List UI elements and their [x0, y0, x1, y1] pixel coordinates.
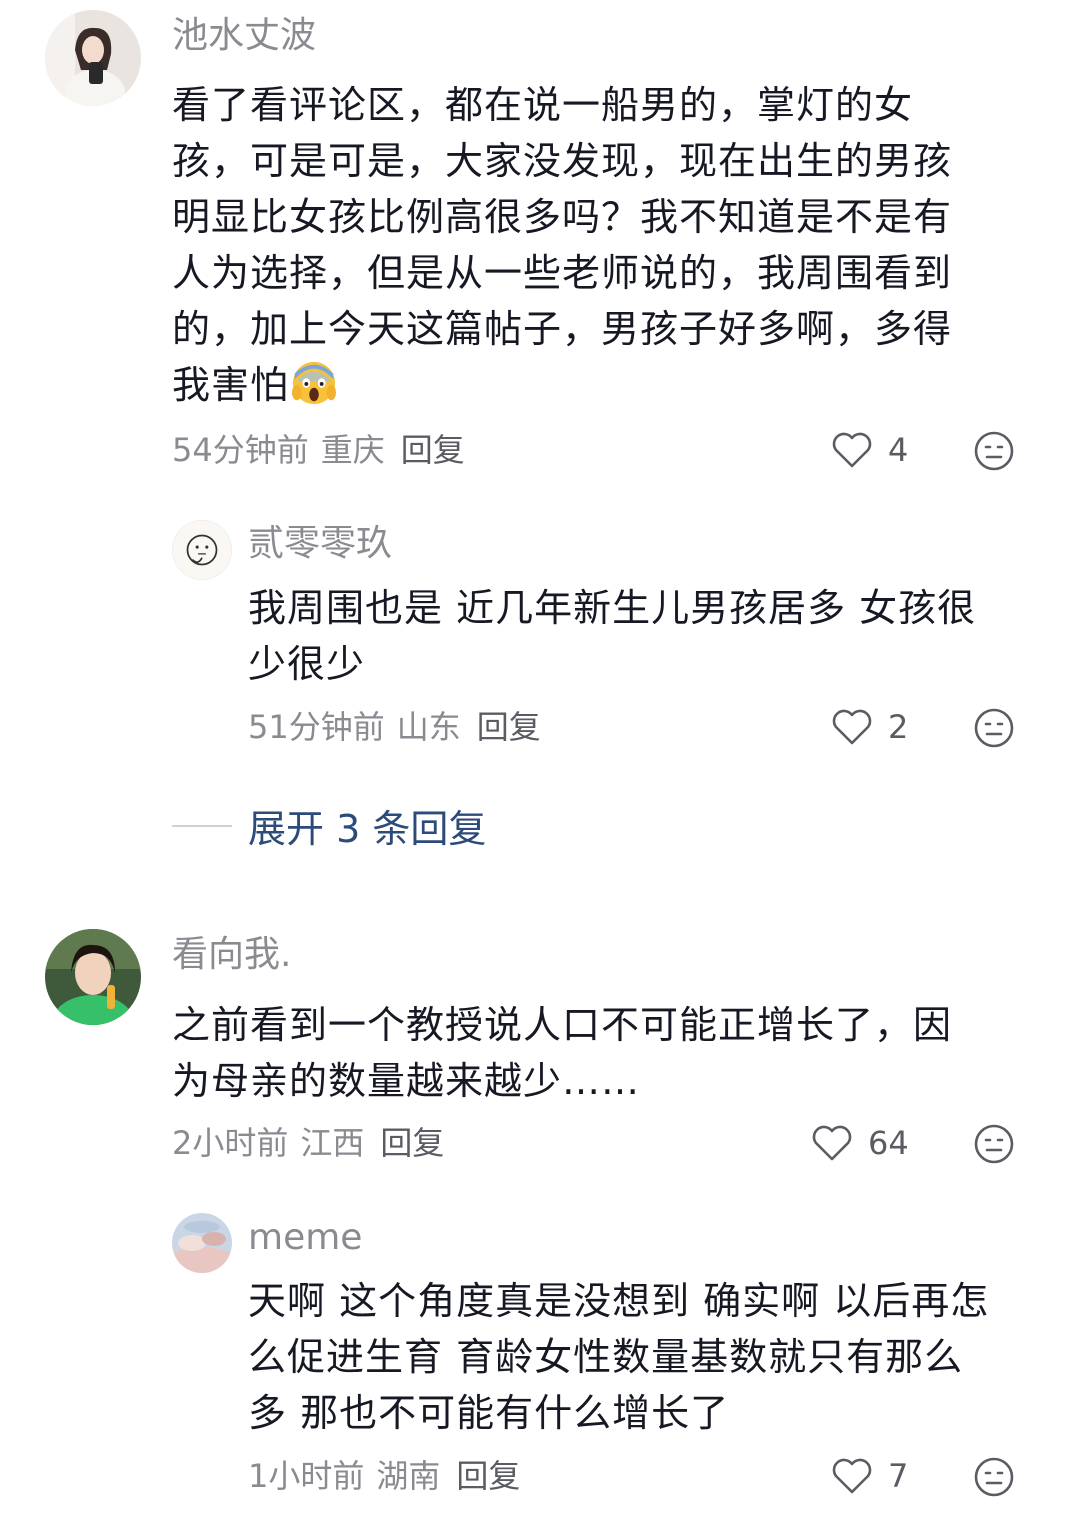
screaming-face-emoji-icon: [291, 361, 337, 405]
comment-username[interactable]: 看向我.: [172, 933, 291, 977]
comment-text-line: 为母亲的数量越来越少……: [172, 1059, 641, 1103]
comment-text-line: 人为选择，但是从一些老师说的，我周围看到: [172, 251, 953, 295]
avatar-image-icon: [172, 1213, 232, 1273]
reply-text-line: 我周围也是 近几年新生儿男孩居多 女孩很: [248, 586, 977, 630]
reply-text-line: 少很少: [248, 642, 366, 686]
dislike-button[interactable]: [973, 707, 1015, 749]
dislike-button[interactable]: [973, 1123, 1015, 1165]
comment-text-line: 我害怕: [172, 363, 290, 407]
reply-button[interactable]: 回复: [477, 708, 541, 746]
comment-text-line: 孩，可是可是，大家没发现，现在出生的男孩: [172, 139, 953, 183]
like-count: 64: [868, 1124, 909, 1162]
comment-text-line: 的，加上今天这篇帖子，男孩子好多啊，多得: [172, 307, 953, 351]
like-count: 4: [888, 431, 909, 469]
like-button[interactable]: 4: [830, 428, 908, 472]
reply-time: 1小时前: [248, 1457, 365, 1495]
comment-text-line: 看了看评论区，都在说一船男的，掌灯的女: [172, 83, 914, 127]
comment-location: 江西: [300, 1124, 365, 1162]
like-button[interactable]: 64: [810, 1121, 909, 1165]
comment-text: 之前看到一个教授说人口不可能正增长了，因 为母亲的数量越来越少……: [172, 997, 952, 1109]
heart-outline-icon: [812, 1125, 852, 1161]
neutral-face-icon: [974, 708, 1014, 748]
comment-time: 2小时前: [172, 1124, 289, 1162]
reply-button[interactable]: 回复: [456, 1457, 520, 1495]
comment-text-line: 明显比女孩比例高很多吗？我不知道是不是有: [172, 195, 953, 239]
neutral-face-icon: [974, 1124, 1014, 1164]
reply-meta: 51分钟前 山东 回复: [248, 707, 553, 747]
reply-text: 天啊 这个角度真是没想到 确实啊 以后再怎 么促进生育 育龄女性数量基数就只有那…: [248, 1273, 989, 1441]
reply-avatar[interactable]: [172, 1213, 232, 1273]
avatar-image-icon: [45, 929, 141, 1025]
heart-outline-icon: [832, 432, 872, 468]
comment-meta: 2小时前 江西 回复: [172, 1123, 456, 1163]
reply-text-line: 么促进生育 育龄女性数量基数就只有那么: [248, 1335, 964, 1379]
reply-button[interactable]: 回复: [401, 431, 465, 469]
reply-meta: 1小时前 湖南 回复: [248, 1456, 532, 1496]
like-button[interactable]: 7: [830, 1454, 908, 1498]
reply-text: 我周围也是 近几年新生儿男孩居多 女孩很 少很少: [248, 580, 976, 692]
dislike-button[interactable]: [973, 1456, 1015, 1498]
comment-time: 54分钟前: [172, 431, 309, 469]
neutral-face-icon: [974, 1457, 1014, 1497]
reply-username[interactable]: 贰零零玖: [248, 522, 392, 566]
expand-divider: [172, 824, 232, 827]
reply-text-line: 天啊 这个角度真是没想到 确实啊 以后再怎: [248, 1279, 990, 1323]
like-count: 2: [888, 708, 909, 746]
comment-text-line: 之前看到一个教授说人口不可能正增长了，因: [172, 1003, 953, 1047]
comment-username[interactable]: 池水丈波: [172, 14, 316, 58]
comment-location: 重庆: [320, 431, 385, 469]
reply-time: 51分钟前: [248, 708, 385, 746]
reply-location: 湖南: [376, 1457, 441, 1495]
cartoon-thinking-face-icon: [173, 521, 231, 579]
comment-meta: 54分钟前 重庆 回复: [172, 430, 477, 470]
user-avatar[interactable]: [45, 10, 141, 106]
heart-outline-icon: [832, 709, 872, 745]
dislike-button[interactable]: [973, 430, 1015, 472]
reply-location: 山东: [396, 708, 461, 746]
like-button[interactable]: 2: [830, 705, 908, 749]
expand-replies-button[interactable]: 展开 3 条回复: [172, 798, 486, 853]
reply-button[interactable]: 回复: [380, 1124, 444, 1162]
reply-avatar[interactable]: [172, 520, 232, 580]
user-avatar[interactable]: [45, 929, 141, 1025]
comment-text: 看了看评论区，都在说一船男的，掌灯的女 孩，可是可是，大家没发现，现在出生的男孩…: [172, 77, 952, 413]
expand-replies-label: 展开 3 条回复: [248, 807, 487, 851]
neutral-face-icon: [974, 431, 1014, 471]
reply-text-line: 多 那也不可能有什么增长了: [248, 1391, 730, 1435]
avatar-image-icon: [45, 10, 141, 106]
reply-username[interactable]: meme: [248, 1216, 362, 1260]
like-count: 7: [888, 1457, 909, 1495]
comment-item: 池水丈波 看了看评论区，都在说一船男的，掌灯的女 孩，可是可是，大家没发现，现在…: [0, 0, 1079, 500]
heart-outline-icon: [832, 1458, 872, 1494]
